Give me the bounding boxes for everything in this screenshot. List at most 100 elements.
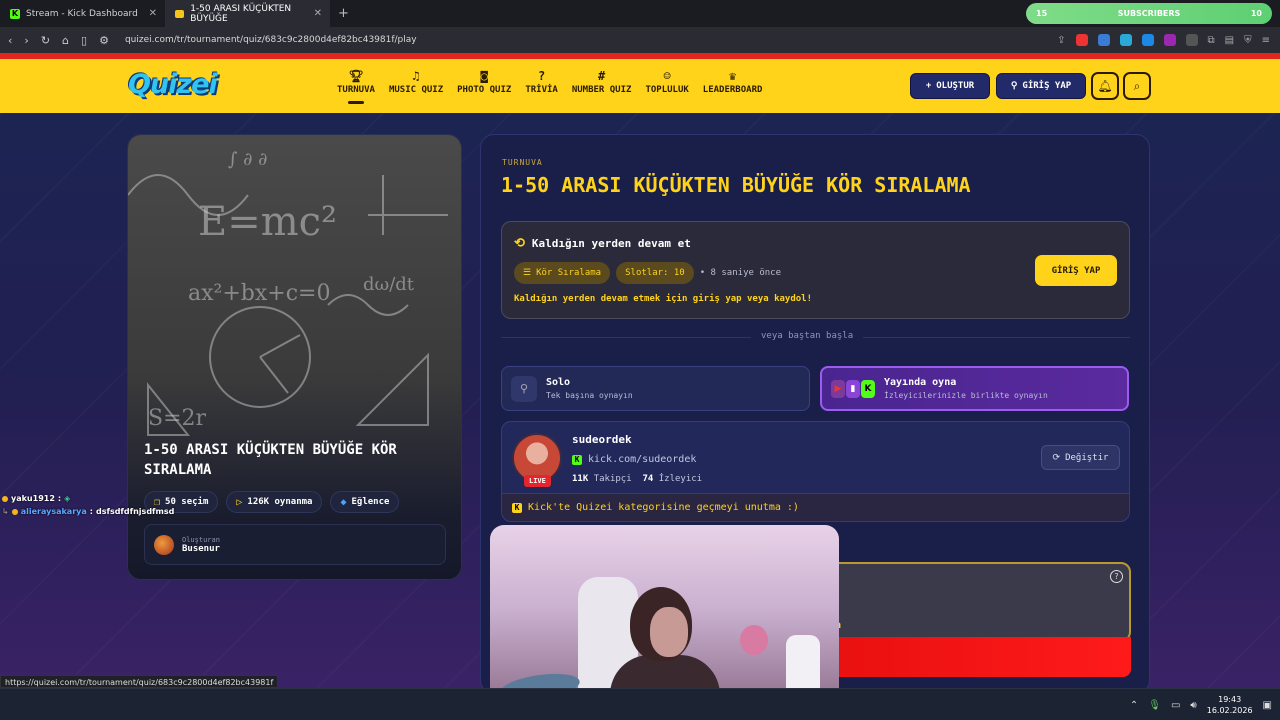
tab-quizei[interactable]: 1-50 ARASI KÜÇÜKTEN BÜYÜĞE ✕ — [165, 0, 330, 27]
twitch-icon: ▮ — [846, 379, 860, 398]
clock[interactable]: 19:43 16.02.2026 — [1207, 694, 1253, 716]
new-tab-icon[interactable]: + — [330, 6, 357, 21]
quizei-favicon-icon — [175, 9, 185, 18]
refresh-icon: ⟳ — [1052, 452, 1061, 463]
nav-photo-quiz[interactable]: ◙ PHOTO QUIZ — [450, 67, 518, 95]
chat-message: yaku1912: ◈ — [2, 494, 174, 503]
url-field[interactable]: quizei.com/tr/tournament/quiz/683c9c2800… — [125, 35, 417, 45]
quiz-card[interactable]: E=mc² ax²+bx+c=0 dω/dt S=2r ∫ ∂ ∂ 1-50 A… — [127, 134, 462, 580]
microphone-icon[interactable]: 🎙︎ — [1148, 700, 1161, 711]
solo-subtitle: Tek başına oynayın — [546, 391, 633, 400]
kick-icon: K — [10, 8, 20, 19]
help-icon[interactable]: ? — [1110, 570, 1123, 583]
back-icon[interactable]: ‹ — [8, 34, 12, 47]
trophy-icon: 🏆︎ — [348, 69, 364, 83]
nav-trivia[interactable]: ? TRİVİA — [518, 67, 565, 95]
close-icon[interactable]: ✕ — [149, 8, 157, 19]
start-bar[interactable]: A — [821, 637, 1131, 677]
chevron-up-icon[interactable]: ⌃ — [1130, 700, 1138, 711]
stream-mode-subtitle: İzleyicilerinizle birlikte oynayın — [884, 391, 1048, 400]
reload-icon[interactable]: ↻ — [41, 34, 50, 47]
notification-button[interactable]: 🔔︎ — [1091, 72, 1119, 100]
home-icon[interactable]: ⌂ — [62, 34, 69, 47]
taskbar: ⌃ 🎙︎ ▭ 🔊︎ 19:43 16.02.2026 ▣ — [0, 688, 1280, 720]
change-streamer-button[interactable]: ⟳ Değiştir — [1041, 445, 1120, 470]
user-icon: ⚲ — [511, 375, 537, 402]
streamer-name: sudeordek — [572, 433, 632, 446]
mode-chip-text: Kör Sıralama — [536, 268, 602, 278]
bookmark-icon[interactable]: ▯ — [81, 34, 87, 47]
music-note-icon: ♫ — [412, 69, 420, 83]
nav-music-quiz[interactable]: ♫ MUSIC QUIZ — [382, 67, 450, 95]
plays-text: 126K oynanma — [247, 497, 313, 507]
clock-time: 19:43 — [1218, 695, 1242, 704]
site-header: Quizei 🏆︎ TURNUVA ♫ MUSIC QUIZ ◙ PHOTO Q… — [0, 59, 1280, 113]
nav-label: PHOTO QUIZ — [457, 85, 512, 95]
notification-icon[interactable]: ▣ — [1263, 700, 1272, 711]
plus-icon: + — [925, 81, 932, 91]
banner-text: Kick'te Quizei kategorisine geçmeyi unut… — [528, 502, 799, 513]
network-icon[interactable]: ▭ — [1171, 700, 1180, 711]
menu-icon[interactable]: ≡ — [1262, 35, 1270, 46]
plays-chip: ▷ 126K oynanma — [226, 491, 323, 513]
quizei-logo[interactable]: Quizei — [128, 69, 218, 100]
chalkboard-doodles: E=mc² ax²+bx+c=0 dω/dt S=2r ∫ ∂ ∂ — [128, 149, 448, 436]
creator-label: Oluşturan — [182, 535, 220, 544]
login-label: GİRİŞ YAP — [1022, 81, 1072, 91]
svg-text:S=2r: S=2r — [148, 406, 207, 431]
nav-topluluk[interactable]: ☺ TOPLULUK — [638, 67, 695, 95]
main-nav: 🏆︎ TURNUVA ♫ MUSIC QUIZ ◙ PHOTO QUIZ ? T… — [330, 67, 769, 95]
sidebar-icon[interactable]: ▤ — [1225, 35, 1234, 46]
question-bubble-icon: ? — [537, 69, 546, 83]
browser-tabbar: K Stream - Kick Dashboard ✕ 1-50 ARASI K… — [0, 0, 1280, 27]
change-label: Değiştir — [1065, 452, 1109, 463]
system-tray: ⌃ 🎙︎ ▭ 🔊︎ 19:43 16.02.2026 ▣ — [1130, 689, 1272, 720]
streamer-link[interactable]: K kick.com/sudeordek — [572, 454, 696, 465]
nav-number-quiz[interactable]: # NUMBER QUIZ — [565, 67, 639, 95]
live-badge: LIVE — [524, 475, 551, 487]
bell-icon: 🔔︎ — [1097, 79, 1113, 93]
platform-icons: ▶ ▮ K — [831, 379, 875, 398]
extension-icon[interactable] — [1119, 34, 1132, 46]
vpn-icon[interactable]: ⛨ — [1244, 35, 1252, 46]
puzzle-icon[interactable]: ⧉ — [1208, 35, 1215, 46]
clock-date: 16.02.2026 — [1206, 706, 1253, 715]
resume-login-button[interactable]: GİRİŞ YAP — [1035, 255, 1117, 286]
avatar — [154, 534, 174, 555]
chat-text: dsfsdfdfnjsdfmsd — [95, 507, 175, 516]
quiz-stats: ❐ 50 seçim ▷ 126K oynanma ◆ Eğlence — [144, 491, 400, 513]
forward-icon[interactable]: › — [24, 34, 28, 47]
creator-box[interactable]: Oluşturan Busenur — [144, 524, 446, 565]
extension-icon[interactable] — [1141, 34, 1154, 46]
hash-icon: # — [598, 69, 606, 83]
site-info-icon[interactable]: ⚙ — [99, 34, 109, 47]
nav-turnuva[interactable]: 🏆︎ TURNUVA — [330, 67, 382, 95]
create-button[interactable]: + OLUŞTUR — [910, 73, 990, 99]
extension-icon[interactable] — [1163, 34, 1176, 46]
nav-leaderboard[interactable]: ♛ LEADERBOARD — [696, 67, 770, 95]
extension-icon[interactable] — [1185, 34, 1198, 46]
search-button[interactable]: ⌕ — [1123, 72, 1151, 100]
camera-icon: ◙ — [480, 69, 488, 83]
resume-note: Kaldığın yerden devam etmek için giriş y… — [514, 294, 813, 304]
close-icon[interactable]: ✕ — [314, 8, 322, 19]
game-option-card[interactable]: ? ama — [821, 562, 1131, 642]
speaker-icon[interactable]: 🔊︎ — [1190, 700, 1196, 711]
login-button[interactable]: ⚲ GİRİŞ YAP — [996, 73, 1086, 99]
solo-mode-button[interactable]: ⚲ Solo Tek başına oynayın — [501, 366, 810, 411]
category-chip[interactable]: ◆ Eğlence — [330, 491, 400, 513]
play-icon: ▷ — [236, 496, 243, 508]
resume-heading: ⟲ Kaldığın yerden devam et — [514, 236, 691, 251]
tab-kick-dashboard[interactable]: K Stream - Kick Dashboard ✕ — [0, 0, 165, 27]
svg-text:ax²+bx+c=0: ax²+bx+c=0 — [188, 281, 330, 306]
list-order-icon: ☰ — [523, 268, 532, 278]
brave-shield-icon[interactable] — [1075, 34, 1088, 46]
reply-icon: ↳ — [2, 507, 9, 516]
extension-icon[interactable] — [1097, 34, 1110, 46]
extensions-area: ⇪ ⧉ ▤ ⛨ ≡ — [1057, 27, 1270, 53]
kick-icon: K — [572, 454, 582, 465]
page-title: 1-50 ARASI KÜÇÜKTEN BÜYÜĞE KÖR SIRALAMA — [501, 173, 971, 197]
category-icon: ◆ — [340, 496, 347, 508]
stream-mode-button[interactable]: ▶ ▮ K Yayında oyna İzleyicilerinizle bir… — [820, 366, 1129, 411]
share-icon[interactable]: ⇪ — [1057, 35, 1065, 46]
